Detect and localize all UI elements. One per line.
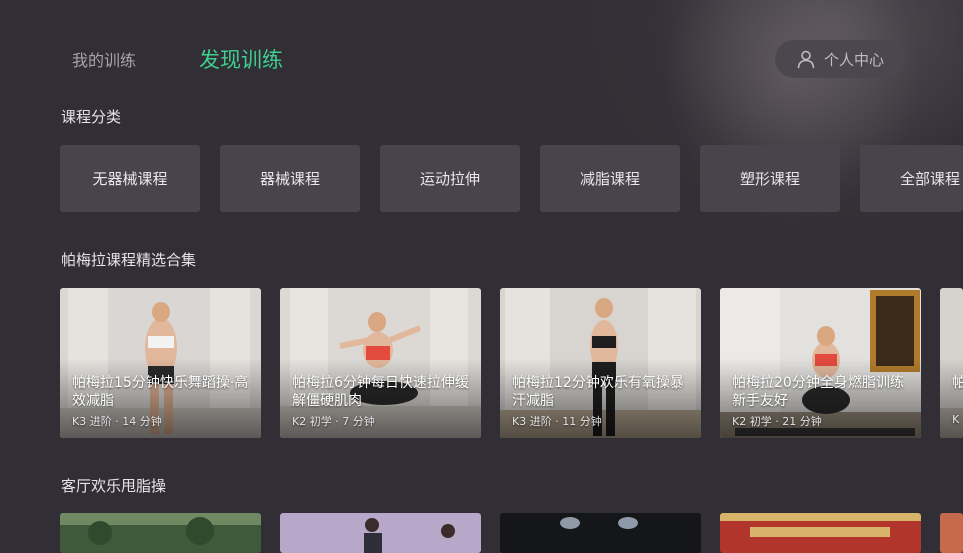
course-meta: K2 初学 · 21 分钟: [732, 415, 822, 428]
section-title-course-categories: 课程分类: [61, 108, 122, 126]
course-title: 帕梅拉15分钟快乐舞蹈操·高效减脂: [72, 375, 249, 409]
category-all-courses[interactable]: 全部课程: [860, 145, 963, 212]
course-card[interactable]: 帕梅拉6分钟每日快速拉伸缓解僵硬肌肉 K2 初学 · 7 分钟: [280, 288, 481, 438]
user-icon: [797, 50, 815, 69]
tab-my-training[interactable]: 我的训练: [72, 47, 136, 71]
top-nav: 我的训练 发现训练 个人中心: [0, 0, 963, 110]
profile-center-button[interactable]: 个人中心: [775, 40, 905, 78]
course-thumbnail: [720, 513, 921, 553]
section-title-pamela-collection: 帕梅拉课程精选合集: [61, 251, 197, 269]
living-room-card[interactable]: [500, 513, 701, 553]
course-meta: K2 初学 · 7 分钟: [292, 415, 375, 428]
course-title: 帕梅拉12分钟欢乐有氧操暴汗减脂: [512, 375, 684, 409]
course-card[interactable]: 帕梅拉20分钟全身燃脂训练 新手友好 K2 初学 · 21 分钟: [720, 288, 921, 438]
course-card[interactable]: 帕 K: [940, 288, 963, 438]
category-no-equipment[interactable]: 无器械课程: [60, 145, 200, 212]
course-card[interactable]: 帕梅拉15分钟快乐舞蹈操·高效减脂 K3 进阶 · 14 分钟: [60, 288, 261, 438]
profile-center-label: 个人中心: [823, 50, 884, 69]
course-thumbnail: [940, 513, 963, 553]
living-room-card[interactable]: [60, 513, 261, 553]
course-thumbnail: [60, 513, 261, 553]
course-title: 帕梅拉6分钟每日快速拉伸缓解僵硬肌肉: [292, 375, 469, 409]
course-thumbnail: [500, 513, 701, 553]
category-equipment[interactable]: 器械课程: [220, 145, 360, 212]
course-meta: K3 进阶 · 14 分钟: [72, 415, 162, 428]
living-room-card[interactable]: [720, 513, 921, 553]
course-thumbnail: [280, 513, 481, 553]
section-title-living-room: 客厅欢乐甩脂操: [61, 477, 167, 495]
card-shade: [940, 358, 963, 438]
tab-discover-training[interactable]: 发现训练: [199, 44, 283, 74]
course-title: 帕梅拉20分钟全身燃脂训练 新手友好: [732, 375, 904, 409]
living-room-card[interactable]: [940, 513, 963, 553]
category-fat-loss[interactable]: 减脂课程: [540, 145, 680, 212]
course-card[interactable]: 帕梅拉12分钟欢乐有氧操暴汗减脂 K3 进阶 · 11 分钟: [500, 288, 701, 438]
living-room-card[interactable]: [280, 513, 481, 553]
category-stretching[interactable]: 运动拉伸: [380, 145, 520, 212]
category-body-shaping[interactable]: 塑形课程: [700, 145, 840, 212]
course-meta: K: [952, 413, 960, 426]
course-title: 帕: [952, 375, 963, 391]
course-meta: K3 进阶 · 11 分钟: [512, 415, 602, 428]
